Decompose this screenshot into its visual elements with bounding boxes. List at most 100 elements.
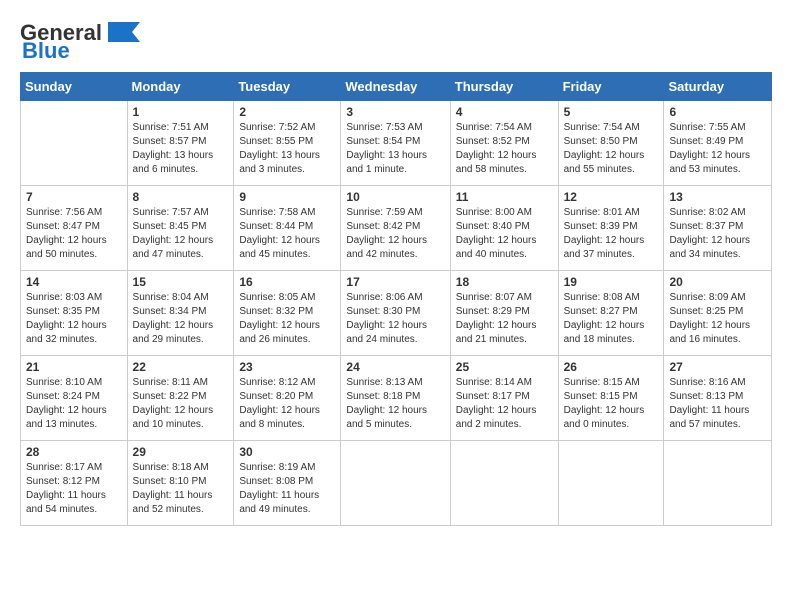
day-number: 27 [669, 360, 766, 374]
day-info: Sunrise: 8:15 AM Sunset: 8:15 PM Dayligh… [564, 376, 659, 432]
day-number: 12 [564, 190, 659, 204]
day-cell: 13 Sunrise: 8:02 AM Sunset: 8:37 PM Dayli… [664, 186, 772, 271]
week-row-4: 21Sunrise: 8:10 AM Sunset: 8:24 PM Dayli… [21, 356, 772, 441]
day-number: 25 [456, 360, 553, 374]
day-number: 9 [239, 190, 335, 204]
day-info: Sunrise: 8:07 AM Sunset: 8:29 PM Dayligh… [456, 291, 553, 347]
week-row-3: 14 Sunrise: 8:03 AM Sunset: 8:35 PM Dayli… [21, 271, 772, 356]
day-info: Sunrise: 7:56 AM Sunset: 8:47 PM Dayligh… [26, 206, 122, 262]
day-number: 26 [564, 360, 659, 374]
col-header-tuesday: Tuesday [234, 73, 341, 101]
day-number: 22 [133, 360, 229, 374]
day-cell [450, 441, 558, 526]
day-info: Sunrise: 7:54 AM Sunset: 8:50 PM Dayligh… [564, 121, 659, 177]
day-info: Sunrise: 8:16 AM Sunset: 8:13 PM Dayligh… [669, 376, 766, 432]
day-number: 3 [346, 105, 444, 119]
day-cell: 9 Sunrise: 7:58 AM Sunset: 8:44 PM Daylig… [234, 186, 341, 271]
logo-flag-icon [104, 18, 140, 42]
day-cell: 1 Sunrise: 7:51 AM Sunset: 8:57 PM Daylig… [127, 101, 234, 186]
day-number: 19 [564, 275, 659, 289]
day-info: Sunrise: 8:01 AM Sunset: 8:39 PM Dayligh… [564, 206, 659, 262]
day-number: 24 [346, 360, 444, 374]
day-info: Sunrise: 7:57 AM Sunset: 8:45 PM Dayligh… [133, 206, 229, 262]
day-number: 15 [133, 275, 229, 289]
day-info: Sunrise: 8:14 AM Sunset: 8:17 PM Dayligh… [456, 376, 553, 432]
day-info: Sunrise: 8:00 AM Sunset: 8:40 PM Dayligh… [456, 206, 553, 262]
week-row-1: 1 Sunrise: 7:51 AM Sunset: 8:57 PM Daylig… [21, 101, 772, 186]
day-cell: 4 Sunrise: 7:54 AM Sunset: 8:52 PM Daylig… [450, 101, 558, 186]
day-cell: 2Sunrise: 7:52 AM Sunset: 8:55 PM Daylig… [234, 101, 341, 186]
day-number: 29 [133, 445, 229, 459]
day-number: 14 [26, 275, 122, 289]
day-number: 21 [26, 360, 122, 374]
day-info: Sunrise: 8:19 AM Sunset: 8:08 PM Dayligh… [239, 461, 335, 517]
day-number: 20 [669, 275, 766, 289]
day-cell: 12 Sunrise: 8:01 AM Sunset: 8:39 PM Dayli… [558, 186, 664, 271]
day-info: Sunrise: 8:09 AM Sunset: 8:25 PM Dayligh… [669, 291, 766, 347]
day-info: Sunrise: 8:02 AM Sunset: 8:37 PM Dayligh… [669, 206, 766, 262]
day-cell: 3Sunrise: 7:53 AM Sunset: 8:54 PM Daylig… [341, 101, 450, 186]
day-cell: 30 Sunrise: 8:19 AM Sunset: 8:08 PM Dayli… [234, 441, 341, 526]
calendar-table: SundayMondayTuesdayWednesdayThursdayFrid… [20, 72, 772, 526]
day-cell: 22 Sunrise: 8:11 AM Sunset: 8:22 PM Dayli… [127, 356, 234, 441]
day-info: Sunrise: 7:55 AM Sunset: 8:49 PM Dayligh… [669, 121, 766, 177]
day-cell: 14 Sunrise: 8:03 AM Sunset: 8:35 PM Dayli… [21, 271, 128, 356]
day-cell [558, 441, 664, 526]
day-number: 5 [564, 105, 659, 119]
day-info: Sunrise: 8:18 AM Sunset: 8:10 PM Dayligh… [133, 461, 229, 517]
day-cell: 19Sunrise: 8:08 AM Sunset: 8:27 PM Dayli… [558, 271, 664, 356]
day-number: 30 [239, 445, 335, 459]
day-number: 18 [456, 275, 553, 289]
day-number: 23 [239, 360, 335, 374]
day-cell [341, 441, 450, 526]
day-number: 16 [239, 275, 335, 289]
day-info: Sunrise: 8:06 AM Sunset: 8:30 PM Dayligh… [346, 291, 444, 347]
day-cell: 25 Sunrise: 8:14 AM Sunset: 8:17 PM Dayli… [450, 356, 558, 441]
day-number: 10 [346, 190, 444, 204]
day-number: 1 [133, 105, 229, 119]
day-cell: 28 Sunrise: 8:17 AM Sunset: 8:12 PM Dayli… [21, 441, 128, 526]
day-number: 8 [133, 190, 229, 204]
day-info: Sunrise: 7:59 AM Sunset: 8:42 PM Dayligh… [346, 206, 444, 262]
col-header-friday: Friday [558, 73, 664, 101]
day-info: Sunrise: 8:03 AM Sunset: 8:35 PM Dayligh… [26, 291, 122, 347]
day-cell: 21Sunrise: 8:10 AM Sunset: 8:24 PM Dayli… [21, 356, 128, 441]
day-number: 6 [669, 105, 766, 119]
week-row-5: 28 Sunrise: 8:17 AM Sunset: 8:12 PM Dayli… [21, 441, 772, 526]
day-info: Sunrise: 8:05 AM Sunset: 8:32 PM Dayligh… [239, 291, 335, 347]
col-header-thursday: Thursday [450, 73, 558, 101]
day-info: Sunrise: 7:51 AM Sunset: 8:57 PM Dayligh… [133, 121, 229, 177]
day-info: Sunrise: 8:11 AM Sunset: 8:22 PM Dayligh… [133, 376, 229, 432]
day-number: 13 [669, 190, 766, 204]
day-number: 28 [26, 445, 122, 459]
day-cell [664, 441, 772, 526]
col-header-sunday: Sunday [21, 73, 128, 101]
day-cell: 16 Sunrise: 8:05 AM Sunset: 8:32 PM Dayli… [234, 271, 341, 356]
day-cell [21, 101, 128, 186]
day-info: Sunrise: 8:13 AM Sunset: 8:18 PM Dayligh… [346, 376, 444, 432]
day-number: 2 [239, 105, 335, 119]
day-number: 11 [456, 190, 553, 204]
logo: General Blue [20, 20, 140, 64]
day-info: Sunrise: 7:54 AM Sunset: 8:52 PM Dayligh… [456, 121, 553, 177]
col-header-saturday: Saturday [664, 73, 772, 101]
day-cell: 27 Sunrise: 8:16 AM Sunset: 8:13 PM Dayli… [664, 356, 772, 441]
day-cell: 15 Sunrise: 8:04 AM Sunset: 8:34 PM Dayli… [127, 271, 234, 356]
day-info: Sunrise: 8:04 AM Sunset: 8:34 PM Dayligh… [133, 291, 229, 347]
day-cell: 24 Sunrise: 8:13 AM Sunset: 8:18 PM Dayli… [341, 356, 450, 441]
day-cell: 29 Sunrise: 8:18 AM Sunset: 8:10 PM Dayli… [127, 441, 234, 526]
day-number: 4 [456, 105, 553, 119]
col-header-wednesday: Wednesday [341, 73, 450, 101]
day-cell: 23 Sunrise: 8:12 AM Sunset: 8:20 PM Dayli… [234, 356, 341, 441]
day-cell: 10 Sunrise: 7:59 AM Sunset: 8:42 PM Dayli… [341, 186, 450, 271]
day-cell: 20 Sunrise: 8:09 AM Sunset: 8:25 PM Dayli… [664, 271, 772, 356]
day-info: Sunrise: 8:17 AM Sunset: 8:12 PM Dayligh… [26, 461, 122, 517]
day-cell: 26 Sunrise: 8:15 AM Sunset: 8:15 PM Dayli… [558, 356, 664, 441]
day-cell: 5 Sunrise: 7:54 AM Sunset: 8:50 PM Daylig… [558, 101, 664, 186]
header-row: SundayMondayTuesdayWednesdayThursdayFrid… [21, 73, 772, 101]
day-info: Sunrise: 8:12 AM Sunset: 8:20 PM Dayligh… [239, 376, 335, 432]
day-info: Sunrise: 7:58 AM Sunset: 8:44 PM Dayligh… [239, 206, 335, 262]
week-row-2: 7Sunrise: 7:56 AM Sunset: 8:47 PM Daylig… [21, 186, 772, 271]
day-cell: 17Sunrise: 8:06 AM Sunset: 8:30 PM Dayli… [341, 271, 450, 356]
day-cell: 8 Sunrise: 7:57 AM Sunset: 8:45 PM Daylig… [127, 186, 234, 271]
